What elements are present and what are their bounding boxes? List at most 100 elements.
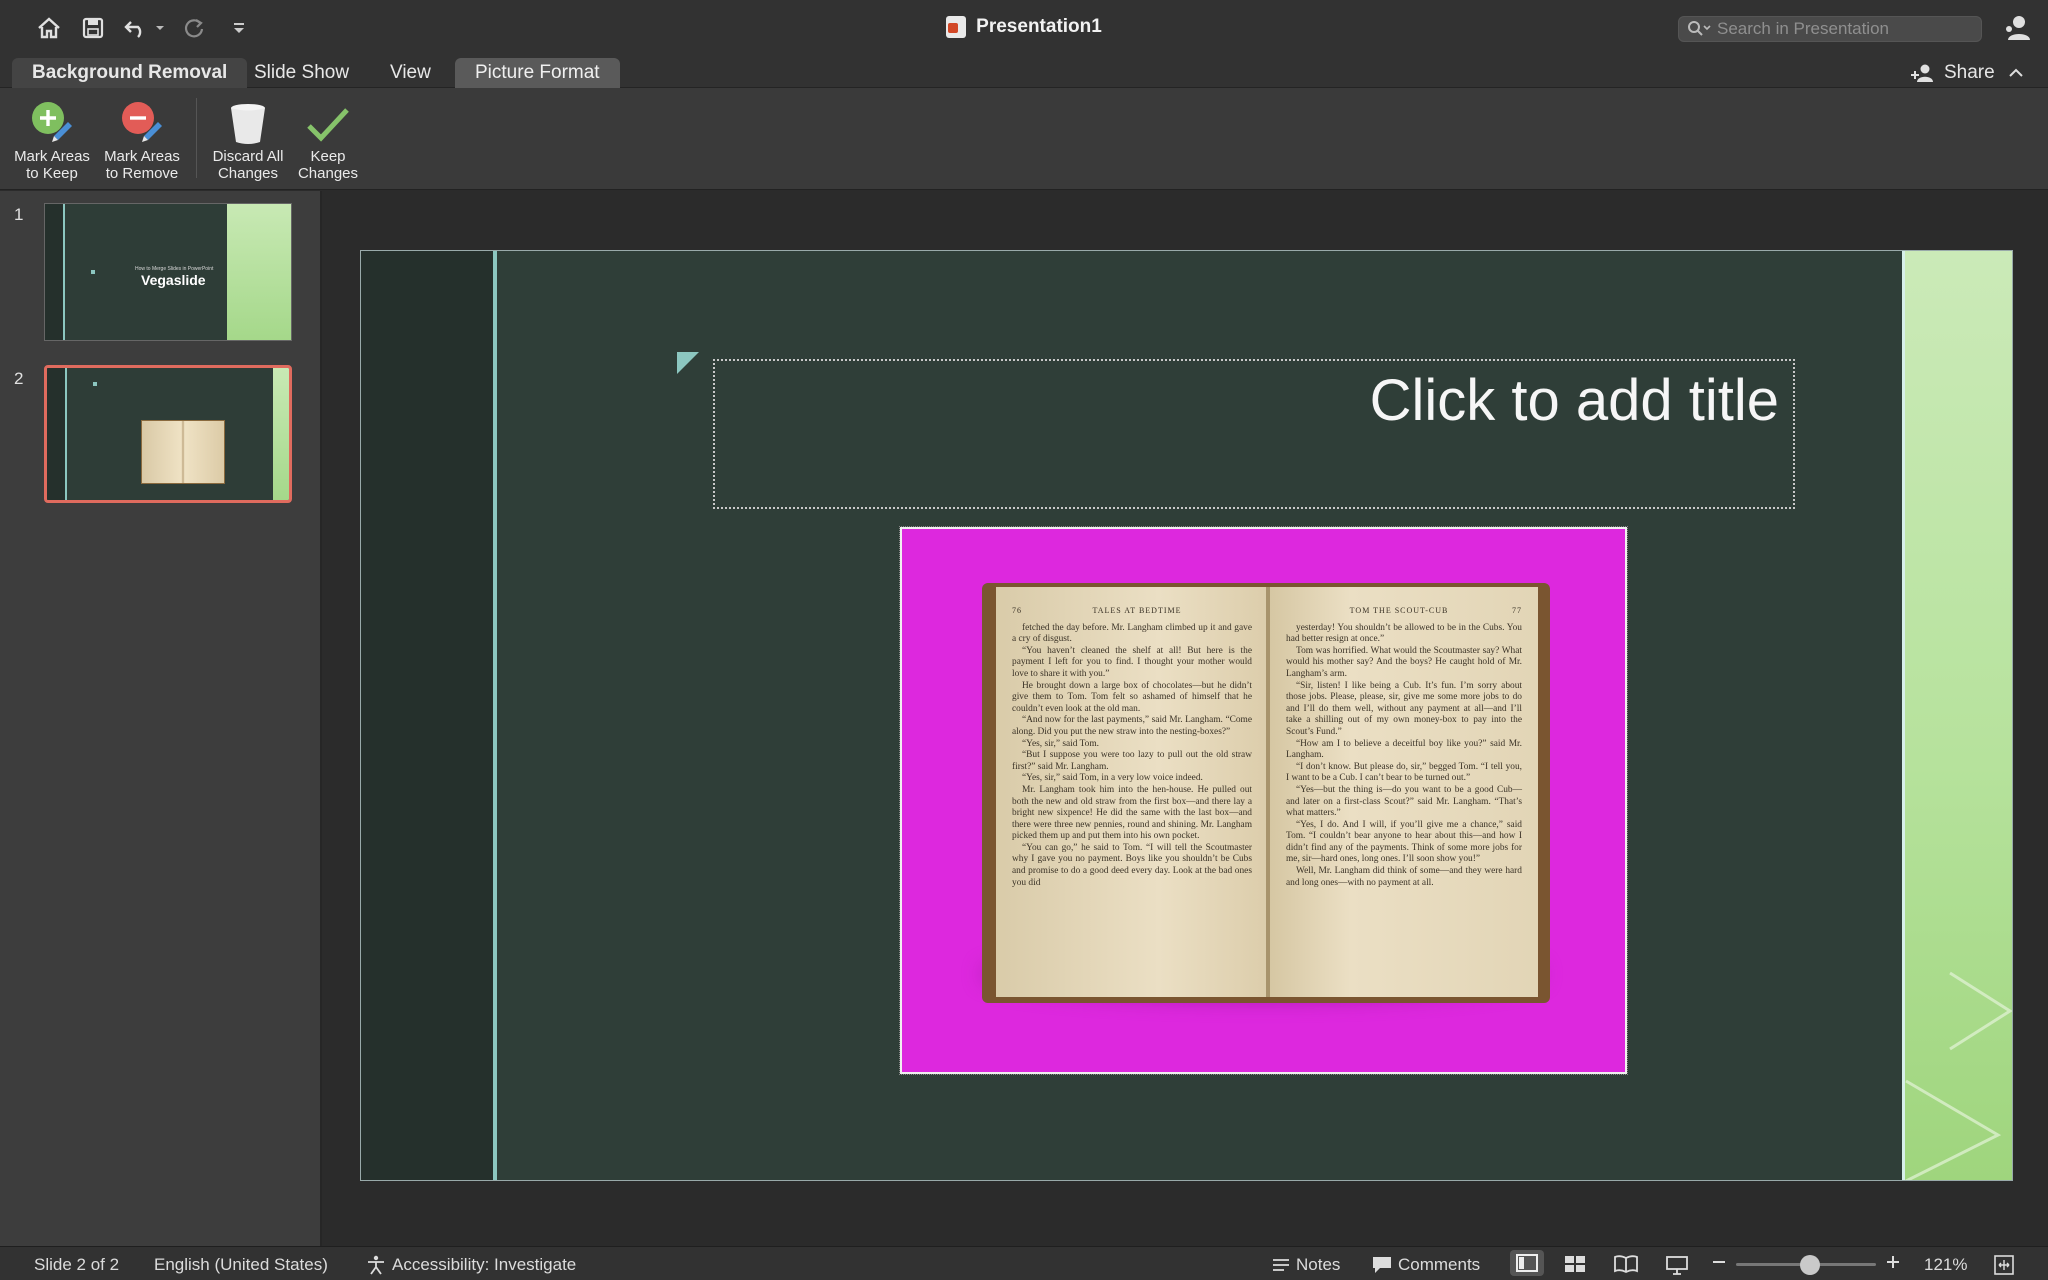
- right-paragraph: “How am I to believe a deceitful boy lik…: [1286, 738, 1522, 761]
- left-page-header: 76 TALES AT BEDTIME: [1012, 605, 1252, 617]
- right-paragraph: “Yes, I do. And I will, if you’ll give m…: [1286, 819, 1522, 865]
- zoom-level-text: 121%: [1924, 1255, 1968, 1274]
- slide-info-text: Slide 2 of 2: [34, 1255, 120, 1274]
- thumb-accent-line: [65, 368, 67, 500]
- mark-areas-to-keep-button[interactable]: Mark Areas to Keep: [6, 96, 98, 186]
- tab-label: Slide Show: [254, 62, 350, 83]
- minus-icon: [1713, 1261, 1725, 1263]
- trash-bin-icon: [231, 104, 265, 144]
- profile-icon[interactable]: [2004, 14, 2030, 47]
- grid-view-icon: [1565, 1256, 1585, 1272]
- plus-icon: [1887, 1256, 1899, 1268]
- normal-view-icon: [1516, 1254, 1538, 1272]
- right-paragraph: “Yes—but the thing is—do you want to be …: [1286, 784, 1522, 819]
- zoom-slider-thumb[interactable]: [1800, 1255, 1820, 1275]
- share-label: Share: [1944, 62, 1995, 83]
- slide-thumbnail-2[interactable]: [44, 365, 292, 503]
- title-placeholder-text: Click to add title: [1369, 368, 1779, 433]
- share-button[interactable]: Share: [1910, 58, 1995, 88]
- slide-dark-band: [361, 251, 493, 1180]
- reading-view-button[interactable]: [1614, 1255, 1638, 1273]
- thumb-accent-line: [63, 204, 65, 340]
- left-paragraph: fetched the day before. Mr. Langham clim…: [1012, 622, 1252, 645]
- tab-view[interactable]: View: [370, 58, 451, 88]
- status-bar: Slide 2 of 2 English (United States) Acc…: [0, 1246, 2048, 1280]
- right-paragraph: “Sir, listen! I like being a Cub. It’s f…: [1286, 680, 1522, 737]
- right-running-head: TOM THE SCOUT-CUB: [1349, 606, 1449, 615]
- slide-thumbnail-pane: 1 How to Merge Slides in PowerPoint Vega…: [0, 191, 322, 1246]
- search-icon: [1688, 21, 1711, 36]
- tab-label: Picture Format: [475, 62, 600, 83]
- collapse-ribbon-icon[interactable]: [2008, 65, 2024, 86]
- left-paragraph: “You haven’t cleaned the shelf at all! B…: [1012, 645, 1252, 679]
- left-paragraph: Mr. Langham took him into the hen-house.…: [1012, 784, 1252, 842]
- right-paragraph: Well, Mr. Langham did think of some—and …: [1286, 866, 1522, 888]
- left-paragraph: “And now for the last payments,” said Mr…: [1012, 715, 1252, 737]
- book-right-page: TOM THE SCOUT-CUB 77 yesterday! You shou…: [1270, 587, 1538, 997]
- comments-text: Comments: [1398, 1255, 1481, 1274]
- title-bar: Presentation1: [0, 0, 2048, 58]
- zoom-level[interactable]: 121%: [1924, 1255, 1967, 1275]
- ribbon-separator: [196, 98, 197, 178]
- accessibility-button[interactable]: Accessibility: Investigate: [366, 1255, 576, 1275]
- book-left-page: 76 TALES AT BEDTIME fetched the day befo…: [996, 587, 1268, 997]
- discard-all-changes-button[interactable]: Discard All Changes: [202, 96, 294, 186]
- notes-button[interactable]: Notes: [1272, 1255, 1340, 1275]
- thumb-triangle-mark: [91, 270, 95, 274]
- left-paragraph: He brought down a large box of chocolate…: [1012, 680, 1252, 714]
- normal-view-button[interactable]: [1510, 1250, 1544, 1276]
- slide-number: 2: [14, 369, 24, 388]
- left-paragraph: “Yes, sir,” said Tom.: [1022, 738, 1100, 749]
- notes-text: Notes: [1296, 1255, 1341, 1274]
- book-icon: [1614, 1255, 1638, 1273]
- ribbon-toolbar: Mark Areas to Keep Mark Areas to Remove …: [0, 88, 2048, 190]
- slide-indicator: Slide 2 of 2: [34, 1255, 119, 1275]
- minus-pencil-icon: [122, 102, 162, 142]
- comments-button[interactable]: Comments: [1372, 1255, 1480, 1275]
- zoom-out-button[interactable]: [1712, 1255, 1726, 1269]
- presentation-icon: [1666, 1256, 1688, 1275]
- mark-remove-label: Mark Areas to Remove: [104, 148, 180, 182]
- right-paragraph: yesterday! You shouldn’t be allowed to b…: [1286, 622, 1522, 645]
- left-page-number: 76: [1012, 606, 1022, 615]
- add-person-icon: [1911, 64, 1933, 82]
- left-paragraph: “You can go,” he said to Tom. “I will te…: [1012, 842, 1252, 888]
- slideshow-view-button[interactable]: [1666, 1255, 1688, 1275]
- tab-slide-show[interactable]: Slide Show: [234, 58, 369, 88]
- zoom-in-button[interactable]: [1886, 1255, 1900, 1269]
- chevron-decoration-icon: [1905, 971, 2012, 1180]
- discard-label: Discard All Changes: [212, 148, 284, 182]
- search-input[interactable]: [1717, 19, 1967, 39]
- search-box[interactable]: [1678, 16, 1982, 42]
- selected-picture[interactable]: 76 TALES AT BEDTIME fetched the day befo…: [899, 526, 1628, 1075]
- thumb-title: Vegaslide: [141, 272, 206, 288]
- powerpoint-icon: [946, 16, 967, 38]
- fit-window-icon: [1994, 1255, 2014, 1275]
- tab-label: Background Removal: [32, 62, 228, 83]
- slide-2[interactable]: Click to add title 76 TALES AT BEDTIME f…: [360, 250, 2013, 1181]
- slide-sorter-view-button[interactable]: [1564, 1255, 1586, 1273]
- tab-background-removal[interactable]: Background Removal: [12, 58, 248, 88]
- checkmark-icon: [307, 108, 349, 142]
- thumb-dark-band: [47, 368, 65, 500]
- plus-pencil-icon: [32, 102, 72, 142]
- fit-to-window-button[interactable]: [1994, 1255, 2014, 1275]
- accessibility-text: Accessibility: Investigate: [392, 1255, 577, 1274]
- keep-changes-button[interactable]: Keep Changes: [282, 96, 374, 186]
- open-book-image: 76 TALES AT BEDTIME fetched the day befo…: [982, 583, 1550, 1003]
- slide-thumbnail-1[interactable]: How to Merge Slides in PowerPoint Vegasl…: [44, 203, 292, 341]
- accessibility-icon: [368, 1255, 384, 1275]
- language-button[interactable]: English (United States): [154, 1255, 328, 1275]
- left-paragraph: “Yes, sir,” said Tom, in a very low voic…: [1022, 773, 1203, 784]
- notes-icon: [1273, 1259, 1289, 1271]
- right-page-header: TOM THE SCOUT-CUB 77: [1286, 605, 1522, 617]
- slide-accent-line: [493, 251, 497, 1180]
- right-paragraph: Tom was horrified. What would the Scoutm…: [1286, 645, 1522, 679]
- title-placeholder[interactable]: Click to add title: [713, 359, 1795, 509]
- mark-areas-to-remove-button[interactable]: Mark Areas to Remove: [96, 96, 188, 186]
- tab-picture-format[interactable]: Picture Format: [455, 58, 620, 88]
- mark-keep-label: Mark Areas to Keep: [14, 148, 90, 182]
- tab-label: View: [390, 62, 431, 83]
- left-paragraph: “But I suppose you were too lazy to pull…: [1012, 750, 1252, 772]
- document-title-text: Presentation1: [976, 16, 1102, 37]
